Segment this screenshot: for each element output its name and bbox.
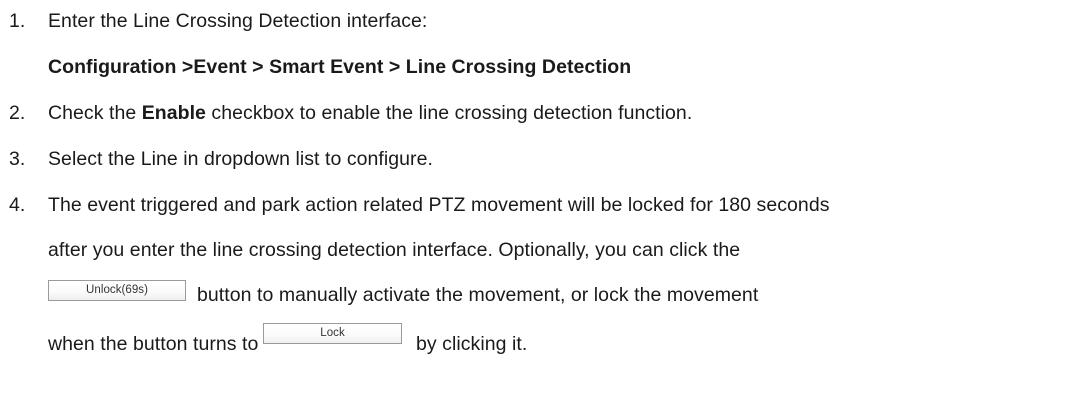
step-number: 3. (9, 148, 26, 170)
unlock-button[interactable]: Unlock(69s) (48, 280, 186, 301)
step-text-part: checkbox to enable the line crossing det… (205, 102, 693, 124)
step-text: after you enter the line crossing detect… (48, 239, 741, 261)
step-number: 2. (9, 102, 26, 124)
step-text: Select the Line in dropdown list to conf… (48, 148, 433, 170)
enable-keyword: Enable (141, 102, 206, 124)
step-text: The event triggered and park action rela… (48, 194, 830, 216)
document-page: 1. Enter the Line Crossing Detection int… (0, 0, 1073, 414)
step-number: 4. (9, 194, 26, 216)
step-number: 1. (9, 10, 26, 32)
step-text: when the button turns to (48, 333, 259, 355)
menu-path-text: Configuration >Event > Smart Event > Lin… (48, 56, 632, 78)
step-text: button to manually activate the movement… (197, 284, 759, 306)
step-text-part: Check the (48, 102, 142, 124)
lock-button[interactable]: Lock (263, 323, 402, 344)
step-text: by clicking it. (416, 333, 528, 355)
step-text: Check the Enable checkbox to enable the … (48, 101, 692, 125)
step-text: Enter the Line Crossing Detection interf… (48, 10, 428, 32)
